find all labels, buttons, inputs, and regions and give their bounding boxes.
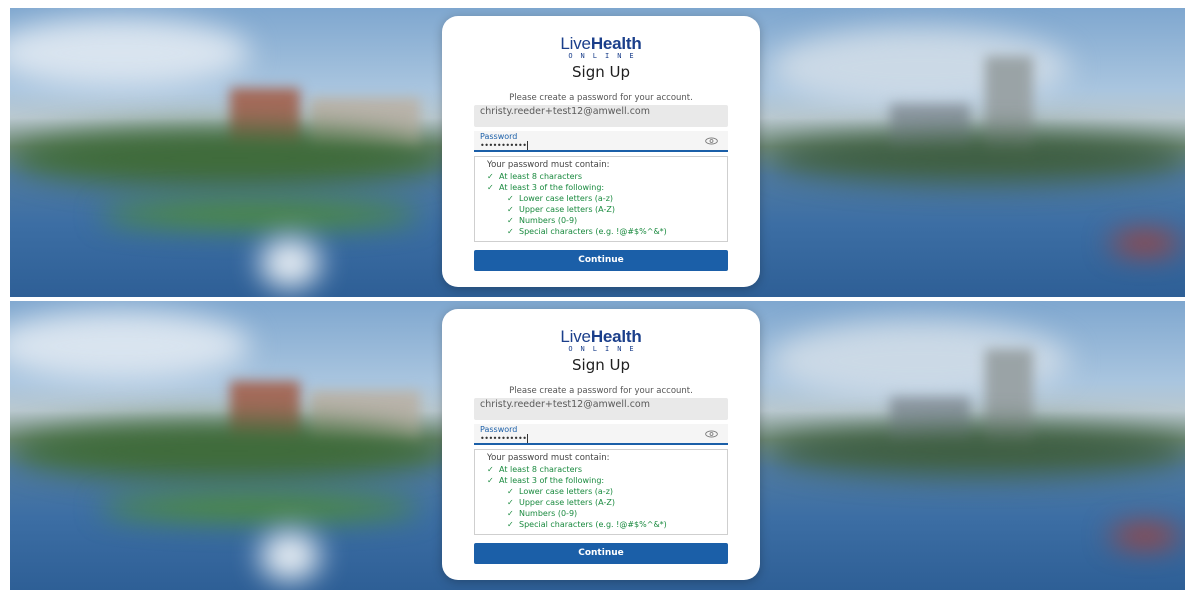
password-label: Password [480,425,518,434]
requirements-heading: Your password must contain: [487,453,610,463]
check-icon: ✓ [507,509,514,518]
email-field[interactable]: christy.reeder+test12@amwell.com [474,398,728,420]
requirement-item: ✓ At least 8 characters [487,465,583,474]
check-icon: ✓ [487,476,494,485]
password-field[interactable]: Password ••••••••••• [474,424,728,445]
signup-screen-top: LiveHealth ONLINE Sign Up Please create … [10,8,1185,297]
check-icon: ✓ [507,216,514,225]
check-icon: ✓ [507,520,514,529]
signup-card: LiveHealth ONLINE Sign Up Please create … [442,309,760,580]
requirement-item: ✓ At least 3 of the following: [487,476,605,485]
password-requirements: Your password must contain: ✓ At least 8 … [474,156,728,242]
requirement-item: ✓ Special characters (e.g. !@#$%^&*) [507,520,667,529]
show-password-icon[interactable] [705,430,718,438]
page-subtitle: Please create a password for your accoun… [509,386,693,396]
requirement-item: ✓ Lower case letters (a-z) [507,487,614,496]
check-icon: ✓ [507,205,514,214]
requirement-item: ✓ At least 8 characters [487,172,583,181]
show-password-icon[interactable] [705,137,718,145]
signup-screen-bottom: LiveHealth ONLINE Sign Up Please create … [10,301,1185,590]
email-field[interactable]: christy.reeder+test12@amwell.com [474,105,728,127]
requirement-item: ✓ At least 3 of the following: [487,183,605,192]
requirement-item: ✓ Numbers (0-9) [507,509,578,518]
signup-card: LiveHealth ONLINE Sign Up Please create … [442,16,760,287]
page-subtitle: Please create a password for your accoun… [509,93,693,103]
check-icon: ✓ [507,487,514,496]
check-icon: ✓ [507,498,514,507]
check-icon: ✓ [507,227,514,236]
continue-button[interactable]: Continue [474,250,728,271]
password-field[interactable]: Password ••••••••••• [474,131,728,152]
requirement-item: ✓ Lower case letters (a-z) [507,194,614,203]
livehealth-logo: LiveHealth ONLINE [560,34,642,60]
password-label: Password [480,132,518,141]
check-icon: ✓ [487,465,494,474]
password-input[interactable]: ••••••••••• [480,434,529,443]
continue-button[interactable]: Continue [474,543,728,564]
check-icon: ✓ [487,183,494,192]
password-input[interactable]: ••••••••••• [480,141,529,150]
requirement-item: ✓ Special characters (e.g. !@#$%^&*) [507,227,667,236]
requirements-heading: Your password must contain: [487,160,610,170]
page-title: Sign Up [572,356,630,374]
page-title: Sign Up [572,63,630,81]
check-icon: ✓ [487,172,494,181]
requirement-item: ✓ Numbers (0-9) [507,216,578,225]
check-icon: ✓ [507,194,514,203]
requirement-item: ✓ Upper case letters (A-Z) [507,205,615,214]
password-requirements: Your password must contain: ✓ At least 8 … [474,449,728,535]
livehealth-logo: LiveHealth ONLINE [560,327,642,353]
requirement-item: ✓ Upper case letters (A-Z) [507,498,615,507]
